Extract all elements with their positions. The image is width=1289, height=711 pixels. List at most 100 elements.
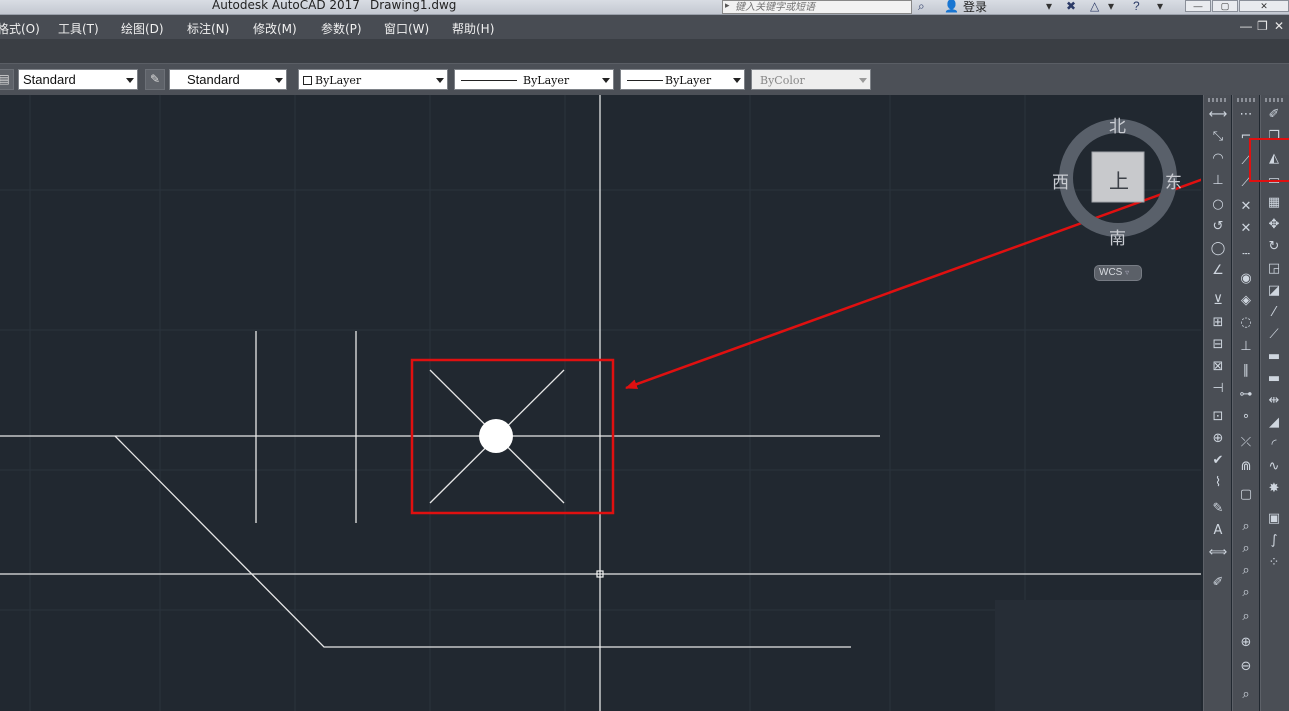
binoculars-icon[interactable]: ⌕: [918, 0, 925, 14]
join-icon[interactable]: ⇹: [1264, 391, 1284, 411]
zoom-object-icon[interactable]: ⌕: [1236, 607, 1256, 627]
menu-dimension[interactable]: 标注(N): [187, 20, 229, 37]
search-expand-icon[interactable]: ▸: [725, 0, 730, 11]
fillet-icon[interactable]: ◜: [1264, 435, 1284, 455]
angular-dimension-icon[interactable]: ∠: [1208, 261, 1228, 281]
aligned-dimension-icon[interactable]: ⤡: [1208, 127, 1228, 147]
inspection-icon[interactable]: ✔: [1208, 451, 1228, 471]
compass-north[interactable]: 北: [1109, 112, 1126, 137]
jogged-dimension-icon[interactable]: ↺: [1208, 217, 1228, 237]
jogged-linear-icon[interactable]: ⌇: [1208, 473, 1228, 493]
blend-curves-icon[interactable]: ∿: [1264, 457, 1284, 477]
snap-quadrant-icon[interactable]: ◈: [1236, 291, 1256, 311]
rotate-icon[interactable]: ↻: [1264, 237, 1284, 257]
break-icon[interactable]: ▬: [1264, 369, 1284, 389]
zoom-center-icon[interactable]: ⌕: [1236, 583, 1256, 603]
snap-extension-icon[interactable]: ┄: [1236, 245, 1256, 265]
temporary-track-icon[interactable]: ⋯: [1236, 105, 1256, 125]
zoom-out-icon[interactable]: ⊖: [1236, 657, 1256, 677]
snap-nearest-icon[interactable]: ⤫: [1236, 433, 1256, 453]
stretch-icon[interactable]: ◪: [1264, 281, 1284, 301]
group-icon[interactable]: ▣: [1264, 509, 1284, 529]
exchange-icon[interactable]: ✖: [1066, 0, 1076, 13]
a360-dropdown-icon[interactable]: ▾: [1108, 0, 1114, 13]
continue-dimension-icon[interactable]: ⊟: [1208, 335, 1228, 355]
scale-icon[interactable]: ◲: [1264, 259, 1284, 279]
tolerance-icon[interactable]: ⊡: [1208, 407, 1228, 427]
help-dropdown-icon[interactable]: ▾: [1157, 0, 1163, 13]
array-icon[interactable]: ▦: [1264, 193, 1284, 213]
compass-west[interactable]: 西: [1052, 168, 1069, 193]
snap-tangent-icon[interactable]: ◌: [1236, 313, 1256, 333]
dimension-space-icon[interactable]: ⊠: [1208, 357, 1228, 377]
menu-help[interactable]: 帮助(H): [452, 20, 494, 37]
doc-minimize-button[interactable]: —: [1240, 19, 1252, 33]
menu-window[interactable]: 窗口(W): [384, 20, 429, 37]
dimension-edit-icon[interactable]: ✎: [1208, 499, 1228, 519]
doc-close-button[interactable]: ✕: [1274, 19, 1284, 33]
dimension-update-icon[interactable]: ⟺: [1208, 543, 1228, 563]
doc-restore-button[interactable]: ❐: [1257, 19, 1268, 33]
snap-intersection-icon[interactable]: ✕: [1236, 197, 1256, 217]
compass-east[interactable]: 东: [1165, 168, 1182, 193]
zoom-in-icon[interactable]: ⊕: [1236, 633, 1256, 653]
explode-icon[interactable]: ✸: [1264, 479, 1284, 499]
drawing-canvas[interactable]: [0, 95, 1201, 711]
snap-node-icon[interactable]: ∘: [1236, 407, 1256, 427]
help-search-input[interactable]: [735, 1, 905, 13]
text-style-icon[interactable]: ▤: [0, 69, 14, 90]
point-cloud-icon[interactable]: ⁘: [1264, 553, 1284, 573]
snap-apparent-intersect-icon[interactable]: ✕: [1236, 219, 1256, 239]
menu-modify[interactable]: 修改(M): [253, 20, 297, 37]
break-at-point-icon[interactable]: ▬: [1264, 347, 1284, 367]
restore-window-button[interactable]: ▢: [1212, 0, 1238, 12]
snap-center-icon[interactable]: ◉: [1236, 269, 1256, 289]
menu-format[interactable]: 格式(O): [0, 20, 40, 37]
quick-dimension-icon[interactable]: ⊻: [1208, 291, 1228, 311]
menu-parametric[interactable]: 参数(P): [321, 20, 362, 37]
ordinate-dimension-icon[interactable]: ⊥: [1208, 171, 1228, 191]
lineweight-dropdown[interactable]: ByLayer: [620, 69, 745, 90]
help-search-box[interactable]: ▸: [722, 0, 912, 14]
zoom-window-icon[interactable]: ⌕: [1236, 517, 1256, 537]
toolbar-grip[interactable]: [1265, 98, 1285, 102]
compass-south[interactable]: 南: [1109, 224, 1126, 249]
viewcube-top-face[interactable]: 上: [1109, 165, 1129, 194]
erase-icon[interactable]: ✐: [1264, 105, 1284, 125]
close-window-button[interactable]: ✕: [1239, 0, 1289, 12]
dimension-text-edit-icon[interactable]: A: [1208, 521, 1228, 541]
snap-insert-icon[interactable]: ⊶: [1236, 385, 1256, 405]
snap-none-icon[interactable]: ⋒: [1236, 457, 1256, 477]
color-dropdown[interactable]: ByLayer: [298, 69, 448, 90]
radius-dimension-icon[interactable]: ○: [1208, 195, 1228, 215]
dimension-break-icon[interactable]: ⊣: [1208, 379, 1228, 399]
dimension-style-icon[interactable]: ✐: [1208, 573, 1228, 593]
menu-tools[interactable]: 工具(T): [58, 20, 99, 37]
user-icon[interactable]: 👤: [944, 0, 959, 13]
menu-draw[interactable]: 绘图(D): [121, 20, 164, 37]
osnap-settings-icon[interactable]: ▢: [1236, 485, 1256, 505]
trim-icon[interactable]: ⁄: [1264, 303, 1284, 323]
login-label[interactable]: 登录: [963, 0, 987, 15]
center-mark-icon[interactable]: ⊕: [1208, 429, 1228, 449]
baseline-dimension-icon[interactable]: ⊞: [1208, 313, 1228, 333]
linear-dimension-icon[interactable]: ⟷: [1208, 105, 1228, 125]
toolbar-grip[interactable]: [1208, 98, 1228, 102]
snap-perpendicular-icon[interactable]: ⊥: [1236, 337, 1256, 357]
help-icon[interactable]: ?: [1133, 0, 1140, 13]
diameter-dimension-icon[interactable]: ◯: [1208, 239, 1228, 259]
model-space[interactable]: [0, 95, 1201, 711]
login-dropdown-icon[interactable]: ▾: [1046, 0, 1052, 13]
point-marker[interactable]: [479, 419, 513, 453]
text-style-dropdown[interactable]: Standard: [18, 69, 138, 90]
wcs-menu-button[interactable]: WCS ▿: [1094, 265, 1142, 281]
chamfer-icon[interactable]: ◢: [1264, 413, 1284, 433]
snap-parallel-icon[interactable]: ∥: [1236, 361, 1256, 381]
linetype-dropdown[interactable]: ByLayer: [454, 69, 614, 90]
viewcube[interactable]: 北 南 东 西 上: [1050, 110, 1190, 290]
minimize-window-button[interactable]: —: [1185, 0, 1211, 12]
zoom-all-icon[interactable]: ⌕: [1236, 685, 1256, 705]
a360-icon[interactable]: △: [1090, 0, 1099, 13]
dim-style-icon[interactable]: ✎: [145, 69, 165, 90]
arc-length-icon[interactable]: ◠: [1208, 149, 1228, 169]
